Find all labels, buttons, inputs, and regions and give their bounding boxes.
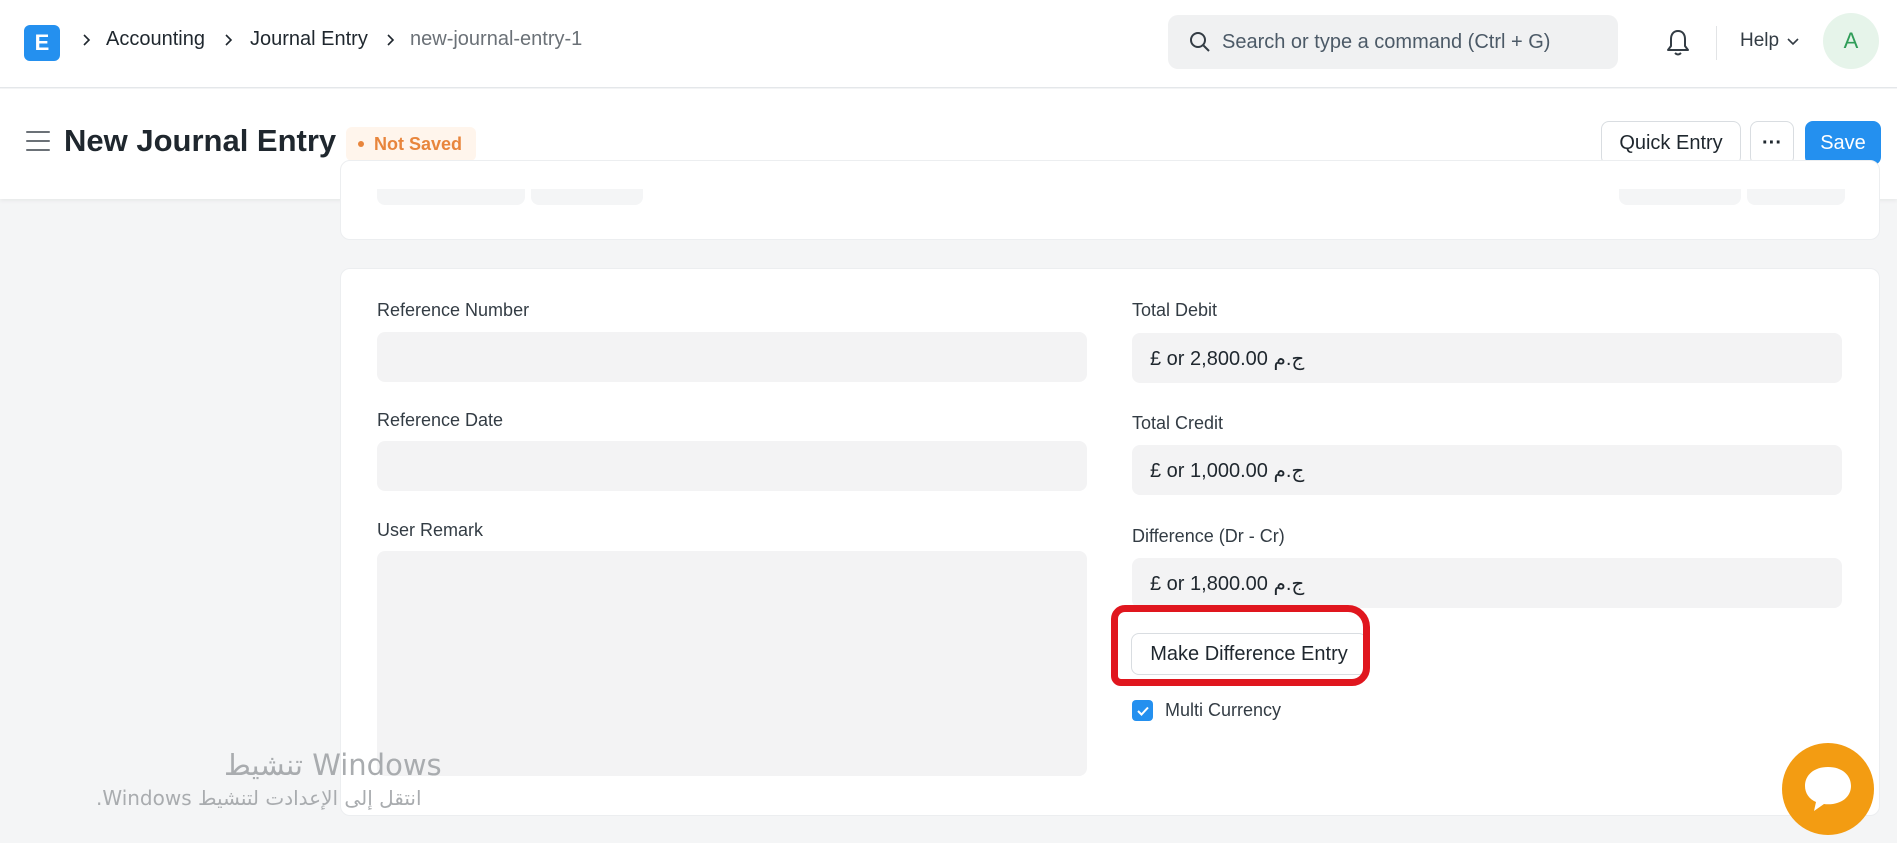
chevron-right-icon (387, 34, 395, 46)
breadcrumb-accounting[interactable]: Accounting (106, 28, 205, 51)
quick-entry-button[interactable]: Quick Entry (1601, 121, 1741, 165)
previous-section-card (340, 160, 1880, 240)
more-options-button[interactable]: ··· (1750, 121, 1794, 165)
chat-button[interactable] (1782, 743, 1874, 835)
total-credit-label: Total Credit (1132, 413, 1224, 433)
search-icon (1190, 32, 1210, 52)
hamburger-icon[interactable] (26, 131, 50, 151)
top-navbar: E Accounting Journal Entry new-journal-e… (0, 0, 1897, 88)
user-remark-textarea[interactable] (377, 551, 1087, 776)
chevron-right-icon (83, 34, 91, 46)
hidden-control (531, 189, 643, 205)
page-title: New Journal Entry (64, 123, 337, 158)
reference-date-label: Reference Date (377, 410, 504, 430)
status-dot-icon (358, 141, 364, 147)
windows-activation-subtitle: انتقل إلى الإعدادت لتنشيط Windows. (96, 786, 422, 810)
app-logo[interactable]: E (24, 25, 60, 61)
difference-value: £ or 1,800.00 ج.م (1150, 573, 1305, 595)
breadcrumb-journal-entry[interactable]: Journal Entry (250, 28, 368, 51)
chat-bubble-icon (1805, 767, 1851, 811)
status-badge: Not Saved (346, 127, 477, 161)
red-annotation-outline (1111, 605, 1370, 686)
total-debit-value: £ or 2,800.00 ج.م (1150, 348, 1305, 370)
status-badge-label: Not Saved (374, 133, 463, 154)
reference-number-field[interactable] (377, 332, 1087, 382)
difference-label: Difference (Dr - Cr) (1132, 526, 1285, 546)
avatar[interactable]: A (1823, 13, 1879, 69)
total-credit-field: £ or 1,000.00 ج.م (1132, 445, 1842, 495)
windows-activation-title: تنشيط Windows (224, 748, 442, 782)
hidden-control (377, 189, 525, 205)
hidden-control (1747, 189, 1845, 205)
multi-currency-checkbox[interactable] (1132, 700, 1153, 721)
help-menu[interactable]: Help (1740, 30, 1779, 52)
check-icon (1136, 706, 1149, 716)
search-placeholder: Search or type a command (Ctrl + G) (1222, 31, 1551, 53)
hidden-control (1619, 189, 1741, 205)
search-bar[interactable]: Search or type a command (Ctrl + G) (1168, 15, 1618, 69)
chevron-right-icon (225, 34, 233, 46)
difference-field: £ or 1,800.00 ج.م (1132, 558, 1842, 608)
bell-icon[interactable] (1664, 28, 1692, 58)
chevron-down-icon[interactable] (1786, 34, 1800, 48)
reference-number-label: Reference Number (377, 300, 530, 320)
breadcrumb-current-doc[interactable]: new-journal-entry-1 (410, 28, 582, 51)
reference-date-field[interactable] (377, 441, 1087, 491)
user-remark-label: User Remark (377, 520, 484, 540)
total-debit-field: £ or 2,800.00 ج.م (1132, 333, 1842, 383)
multi-currency-label[interactable]: Multi Currency (1165, 700, 1281, 721)
save-button[interactable]: Save (1805, 121, 1881, 165)
navbar-divider (1716, 26, 1717, 60)
total-debit-label: Total Debit (1132, 300, 1218, 320)
total-credit-value: £ or 1,000.00 ج.م (1150, 460, 1305, 482)
